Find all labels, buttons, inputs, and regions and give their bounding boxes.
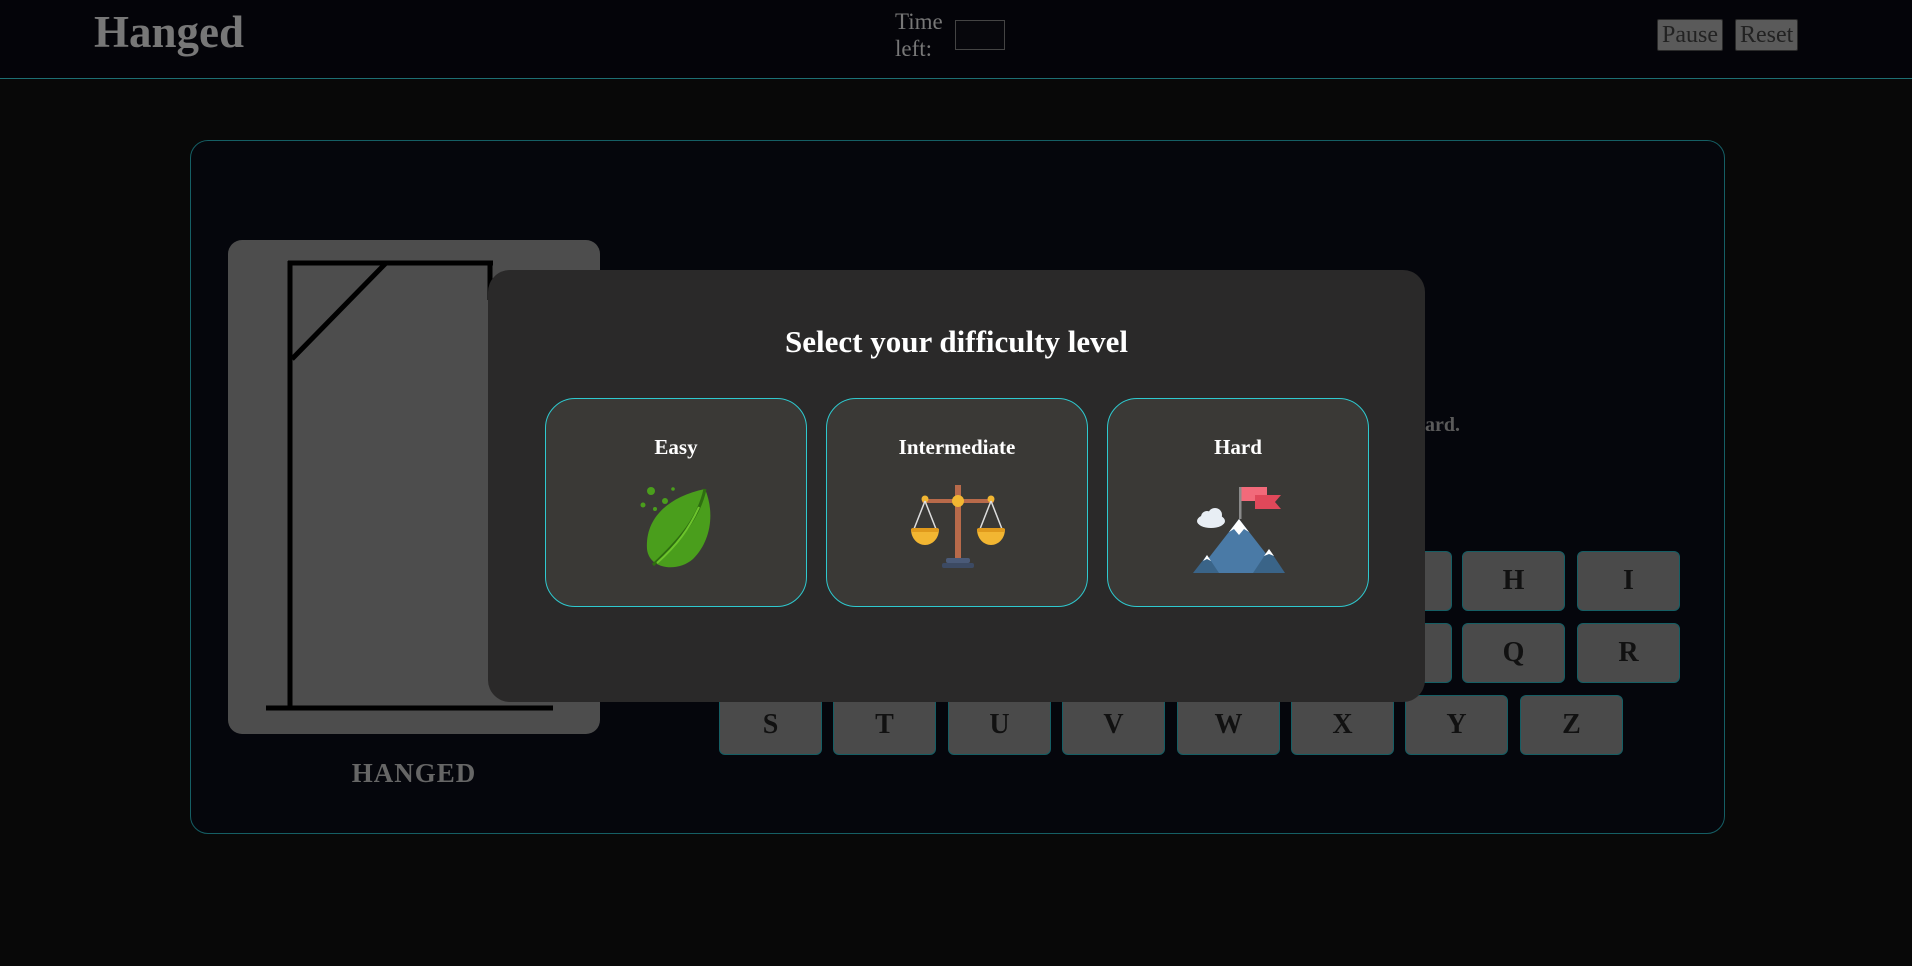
difficulty-label: Easy: [654, 435, 698, 459]
letter-key-q[interactable]: Q: [1462, 623, 1565, 683]
letter-key-w[interactable]: W: [1177, 695, 1280, 755]
timer-label: Time left:: [895, 9, 943, 61]
letter-key-z[interactable]: Z: [1520, 695, 1623, 755]
top-bar: Hanged Time left: Pause Reset: [0, 0, 1912, 79]
modal-title: Select your difficulty level: [785, 324, 1128, 359]
letter-key-h[interactable]: H: [1462, 551, 1565, 611]
difficulty-intermediate-button[interactable]: Intermediate: [826, 398, 1088, 607]
pause-button[interactable]: Pause: [1657, 19, 1723, 51]
reset-button[interactable]: Reset: [1735, 19, 1799, 51]
leaf-icon: [640, 487, 711, 568]
letter-key-u[interactable]: U: [948, 695, 1051, 755]
mountain-flag-icon: [1193, 487, 1285, 573]
hint-text: ard.: [1425, 414, 1460, 436]
balance-scale-icon: [911, 485, 1005, 568]
app-title: Hanged: [94, 7, 245, 57]
difficulty-easy-button[interactable]: Easy: [545, 398, 807, 607]
timer-display: [955, 20, 1005, 50]
status-label: HANGED: [351, 758, 477, 788]
letter-key-v[interactable]: V: [1062, 695, 1165, 755]
letter-key-s[interactable]: S: [719, 695, 822, 755]
difficulty-label: Intermediate: [898, 435, 1016, 459]
difficulty-modal: Select your difficulty level Easy Interm…: [488, 270, 1425, 702]
letter-key-y[interactable]: Y: [1405, 695, 1508, 755]
letter-key-t[interactable]: T: [833, 695, 936, 755]
letter-key-r[interactable]: R: [1577, 623, 1680, 683]
letter-key-x[interactable]: X: [1291, 695, 1394, 755]
difficulty-hard-button[interactable]: Hard: [1107, 398, 1369, 607]
difficulty-label: Hard: [1214, 435, 1262, 459]
letter-key-i[interactable]: I: [1577, 551, 1680, 611]
